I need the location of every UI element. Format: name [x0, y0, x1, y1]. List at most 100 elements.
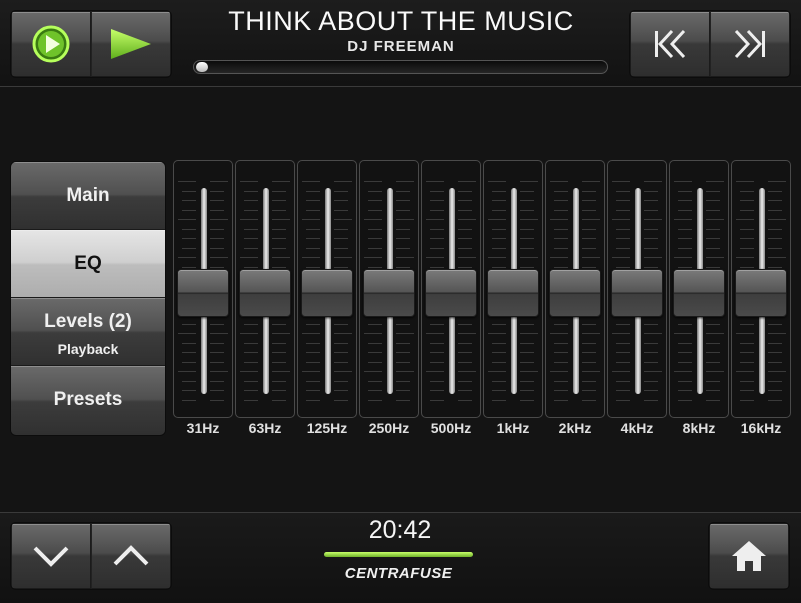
eq-band-label: 31Hz: [186, 420, 220, 436]
eq-tick: [244, 361, 258, 363]
eq-tick: [210, 219, 228, 220]
eq-tick: [678, 209, 692, 211]
menu-item-label: Main: [66, 185, 110, 206]
eq-tick: [178, 371, 196, 372]
eq-tick: [644, 219, 662, 220]
eq-tick: [554, 247, 568, 249]
eq-tick: [612, 371, 630, 372]
eq-tick: [426, 371, 444, 372]
eq-tick: [426, 219, 444, 220]
eq-tick: [616, 247, 630, 249]
eq-tick: [210, 238, 224, 239]
eq-tick: [492, 238, 506, 239]
home-button[interactable]: [709, 523, 789, 589]
eq-slider-thumb[interactable]: [487, 269, 539, 317]
eq-tick: [306, 190, 320, 192]
eq-tick: [768, 342, 782, 344]
eq-tick: [644, 361, 658, 363]
eq-slider-500hz[interactable]: [421, 160, 481, 418]
eq-slider-thumb[interactable]: [363, 269, 415, 317]
eq-tick: [492, 247, 506, 249]
eq-tick: [678, 190, 692, 192]
eq-tick: [272, 266, 286, 268]
eq-slider-thumb[interactable]: [177, 269, 229, 317]
eq-tick: [334, 342, 348, 344]
eq-tick: [272, 361, 286, 363]
eq-tick: [240, 333, 258, 334]
eq-tick: [306, 238, 320, 239]
eq-tick: [244, 342, 258, 344]
eq-tick: [768, 181, 786, 182]
eq-tick: [458, 352, 472, 353]
eq-tick: [520, 371, 538, 372]
eq-tick: [554, 323, 568, 325]
eq-slider-31hz[interactable]: [173, 160, 233, 418]
eq-tick: [768, 228, 782, 230]
eq-tick: [678, 238, 692, 239]
eq-slider-thumb[interactable]: [301, 269, 353, 317]
eq-tick: [334, 209, 348, 211]
menu-item-sublabel: Playback: [57, 341, 119, 357]
eq-tick: [178, 257, 196, 258]
eq-tick: [306, 247, 320, 249]
eq-slider-1khz[interactable]: [483, 160, 543, 418]
eq-slider-thumb[interactable]: [239, 269, 291, 317]
menu-item-eq[interactable]: EQ: [11, 230, 165, 298]
eq-tick: [368, 342, 382, 344]
brand-logo: CENTRAFUSE: [344, 565, 453, 582]
eq-slider-63hz[interactable]: [235, 160, 295, 418]
play-circle-button[interactable]: [11, 11, 91, 77]
eq-tick: [272, 200, 286, 201]
eq-slider-thumb[interactable]: [611, 269, 663, 317]
eq-tick: [458, 342, 472, 344]
eq-tick: [768, 266, 782, 268]
eq-tick: [272, 238, 286, 239]
eq-tick: [272, 399, 286, 401]
play-button[interactable]: [91, 11, 171, 77]
menu-item-main[interactable]: Main: [11, 162, 165, 230]
eq-slider-thumb[interactable]: [673, 269, 725, 317]
scroll-down-button[interactable]: [11, 523, 91, 589]
eq-slider-250hz[interactable]: [359, 160, 419, 418]
eq-slider-thumb[interactable]: [735, 269, 787, 317]
eq-tick: [768, 209, 782, 211]
eq-tick: [768, 352, 782, 353]
eq-tick: [458, 361, 472, 363]
eq-slider-2khz[interactable]: [545, 160, 605, 418]
eq-tick: [612, 257, 630, 258]
menu-item-levels[interactable]: Levels (2) Playback: [11, 298, 165, 366]
eq-tick: [492, 209, 506, 211]
menu-item-presets[interactable]: Presets: [11, 366, 165, 435]
eq-tick: [616, 323, 630, 325]
eq-slider-16khz[interactable]: [731, 160, 791, 418]
eq-tick: [334, 390, 348, 391]
eq-tick: [520, 228, 534, 230]
eq-tick: [272, 247, 286, 249]
eq-tick: [182, 228, 196, 230]
eq-slider-thumb[interactable]: [549, 269, 601, 317]
eq-tick: [306, 323, 320, 325]
previous-track-button[interactable]: [630, 11, 710, 77]
eq-slider-8khz[interactable]: [669, 160, 729, 418]
eq-tick: [458, 200, 472, 201]
eq-tick: [706, 181, 724, 182]
play-arrow-icon: [111, 29, 151, 59]
eq-tick: [458, 371, 476, 372]
eq-tick: [396, 228, 410, 230]
eq-tick: [302, 219, 320, 220]
eq-tick: [616, 390, 630, 391]
eq-band-label: 4kHz: [620, 420, 654, 436]
eq-tick: [396, 390, 410, 391]
eq-tick: [458, 257, 476, 258]
eq-tick: [272, 371, 290, 372]
scroll-up-button[interactable]: [91, 523, 171, 589]
eq-tick: [644, 266, 658, 268]
next-track-button[interactable]: [710, 11, 790, 77]
eq-slider-thumb[interactable]: [425, 269, 477, 317]
eq-tick: [706, 371, 724, 372]
eq-tick: [210, 190, 224, 192]
eq-slider-4khz[interactable]: [607, 160, 667, 418]
eq-slider-125hz[interactable]: [297, 160, 357, 418]
eq-tick: [430, 209, 444, 211]
track-progress-bar[interactable]: [193, 60, 608, 74]
